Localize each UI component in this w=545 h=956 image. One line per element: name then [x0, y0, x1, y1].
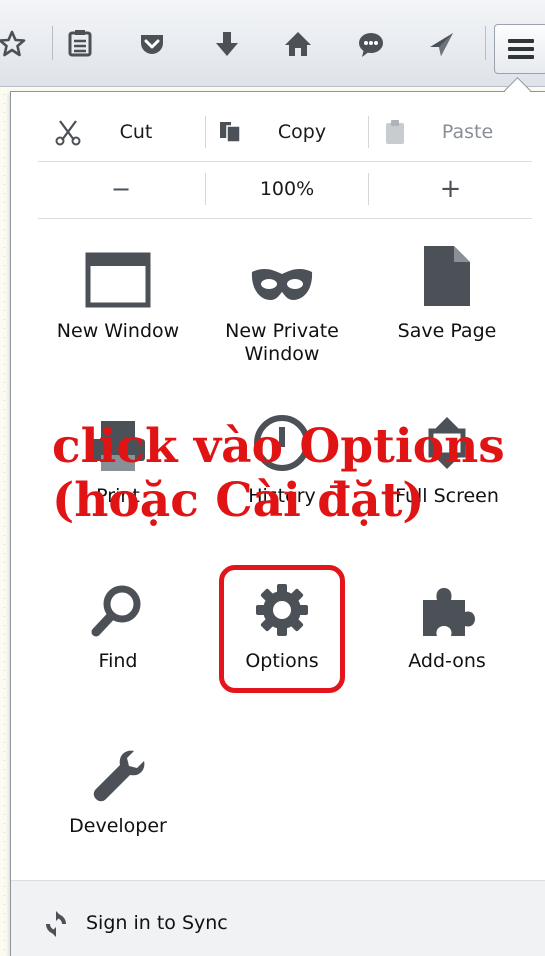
toolbar-separator [52, 26, 53, 60]
paste-label: Paste [441, 121, 494, 143]
overlay-line-2: (hoặc Cài đặt) [52, 473, 425, 528]
save-page-button[interactable]: Save Page [364, 240, 530, 343]
save-page-icon [422, 240, 472, 308]
zoom-reset-button[interactable]: 100% [206, 167, 368, 211]
divider [38, 218, 532, 219]
addons-label: Add-ons [408, 650, 486, 672]
download-icon[interactable] [207, 20, 247, 68]
zoom-controls: − 100% + [38, 167, 532, 211]
mask-icon [249, 240, 315, 308]
paste-button[interactable]: Paste [369, 110, 532, 154]
bookmark-star-icon[interactable] [0, 20, 32, 68]
new-private-window-button[interactable]: New Private Window [199, 240, 365, 366]
pocket-icon[interactable] [132, 20, 172, 68]
zoom-out-button[interactable]: − [38, 167, 204, 211]
cut-button[interactable]: Cut [38, 110, 204, 154]
copy-button[interactable]: Copy [206, 110, 368, 154]
cut-label: Cut [119, 121, 153, 143]
sync-footer[interactable]: Sign in to Sync [11, 880, 545, 956]
scissors-icon [54, 118, 82, 151]
chat-icon[interactable] [351, 20, 391, 68]
edit-controls: Cut Copy Paste [38, 110, 532, 154]
new-window-button[interactable]: New Window [35, 240, 201, 343]
developer-button[interactable]: Developer [35, 735, 201, 838]
find-button[interactable]: Find [35, 570, 201, 673]
magnifier-icon [90, 570, 146, 638]
copy-icon [218, 120, 246, 149]
addons-button[interactable]: Add-ons [364, 570, 530, 673]
send-icon[interactable] [421, 20, 461, 68]
find-label: Find [98, 650, 138, 672]
clipboard-icon [383, 118, 407, 151]
browser-toolbar [0, 0, 545, 87]
zoom-in-button[interactable]: + [369, 167, 532, 211]
developer-label: Developer [69, 815, 167, 837]
window-icon [85, 240, 151, 308]
puzzle-piece-icon [417, 570, 477, 638]
new-private-window-label: New Private Window [225, 320, 339, 365]
hamburger-menu-icon[interactable] [494, 24, 545, 74]
save-page-label: Save Page [397, 320, 497, 342]
wrench-icon [90, 735, 146, 803]
options-highlight-box [219, 565, 345, 693]
overlay-line-1: click vào Options [52, 419, 505, 474]
home-icon[interactable] [278, 20, 318, 68]
new-window-label: New Window [56, 320, 180, 342]
instruction-overlay: click vào Options (hoặc Cài đặt) [52, 420, 505, 528]
sync-label: Sign in to Sync [86, 912, 228, 934]
divider [38, 161, 532, 162]
sync-icon [43, 911, 69, 941]
bookmarks-list-icon[interactable] [60, 20, 100, 68]
copy-label: Copy [277, 121, 327, 143]
toolbar-separator [485, 26, 486, 60]
